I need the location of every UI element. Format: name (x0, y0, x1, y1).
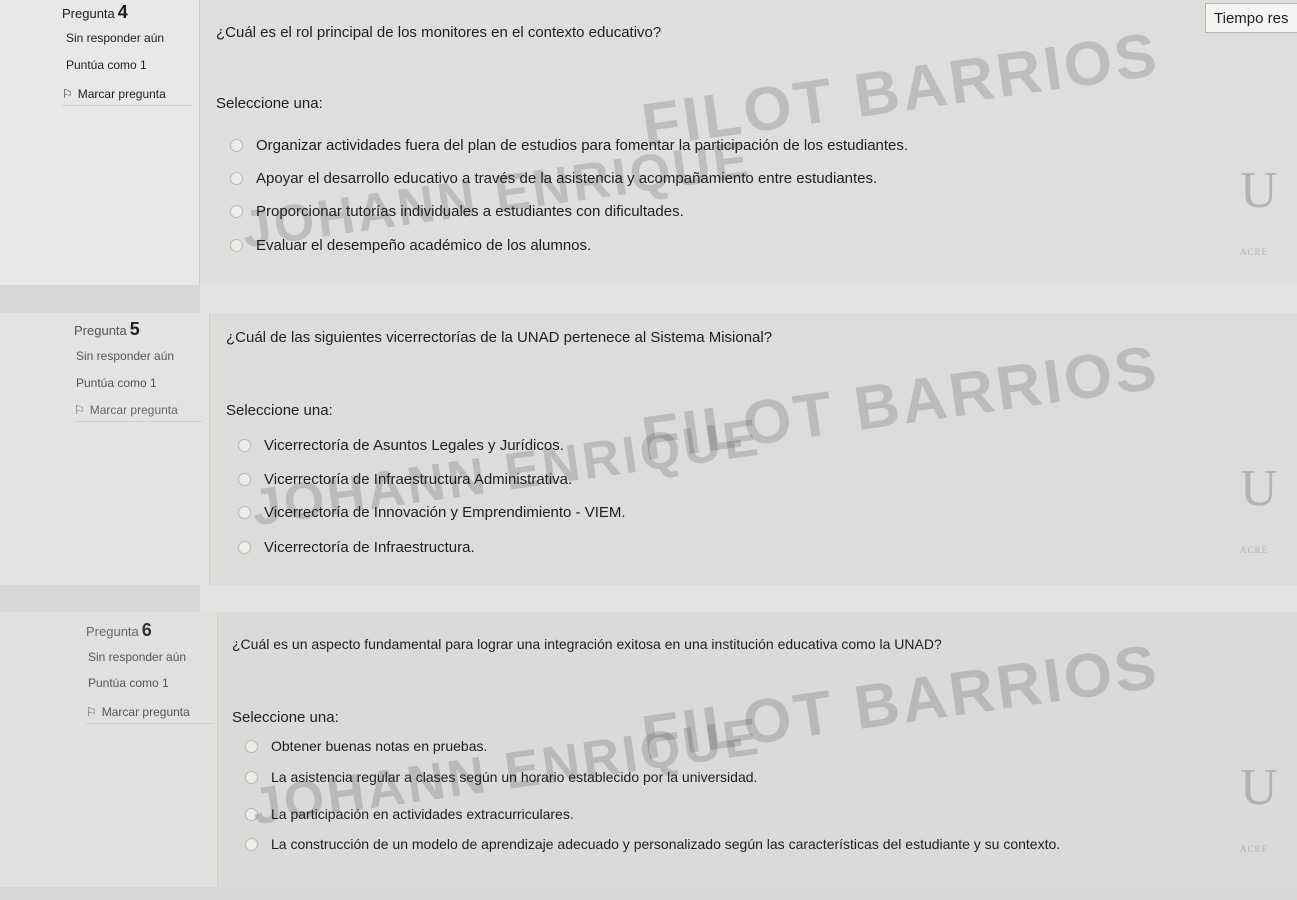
flag-icon: ⚐ (62, 87, 73, 101)
flag-icon: ⚐ (86, 705, 97, 719)
question-text: ¿Cuál de las siguientes vicerrectorías d… (226, 329, 773, 346)
select-one-label: Seleccione una: (216, 95, 323, 112)
question-prefix: Pregunta (62, 6, 115, 21)
radio-button[interactable] (230, 139, 243, 152)
separator (200, 585, 1297, 612)
answer-option[interactable]: Vicerrectoría de Infraestructura Adminis… (238, 471, 572, 488)
question-text: ¿Cuál es el rol principal de los monitor… (216, 24, 662, 41)
option-text: Vicerrectoría de Infraestructura Adminis… (264, 471, 573, 488)
answer-option[interactable]: Organizar actividades fuera del plan de … (230, 137, 908, 154)
flag-label: Marcar pregunta (77, 87, 166, 101)
question-info: Pregunta 6 Sin responder aún Puntúa como … (0, 612, 218, 887)
answer-option[interactable]: La construcción de un modelo de aprendiz… (245, 836, 1060, 852)
question-content: ¿Cuál es un aspecto fundamental para log… (218, 612, 1297, 887)
question-content: ¿Cuál de las siguientes vicerrectorías d… (210, 313, 1297, 585)
question-score: Puntúa como 1 (76, 376, 157, 390)
question-status: Sin responder aún (66, 31, 165, 45)
question-5: Pregunta 5 Sin responder aún Puntúa como … (0, 313, 1297, 585)
question-number: 5 (129, 319, 140, 339)
question-4: Pregunta 4 Sin responder aún Puntúa como … (0, 0, 1297, 285)
answer-option[interactable]: Obtener buenas notas en pruebas. (245, 738, 487, 754)
flag-icon: ⚐ (74, 403, 85, 417)
question-number-label: Pregunta 6 (86, 620, 152, 641)
radio-button[interactable] (238, 541, 251, 554)
option-text: Vicerrectoría de Asuntos Legales y Juríd… (264, 437, 564, 454)
select-one-label: Seleccione una: (232, 709, 339, 726)
flag-question-button[interactable]: ⚐ Marcar pregunta (62, 87, 192, 106)
option-text: La asistencia regular a clases según un … (271, 769, 758, 785)
question-prefix: Pregunta (74, 323, 127, 338)
option-text: Vicerrectoría de Innovación y Emprendimi… (264, 504, 626, 521)
question-number: 4 (117, 2, 128, 22)
radio-button[interactable] (245, 739, 258, 753)
question-content: ¿Cuál es el rol principal de los monitor… (200, 0, 1297, 285)
option-text: Obtener buenas notas en pruebas. (271, 738, 488, 754)
question-score: Puntúa como 1 (66, 58, 147, 72)
radio-button[interactable] (238, 506, 251, 519)
answer-option[interactable]: Apoyar el desarrollo educativo a través … (230, 170, 877, 187)
flag-label: Marcar pregunta (89, 403, 178, 417)
question-status: Sin responder aún (88, 650, 187, 664)
answer-option[interactable]: La participación en actividades extracur… (245, 806, 574, 822)
question-prefix: Pregunta (86, 624, 139, 639)
option-text: Vicerrectoría de Infraestructura. (264, 539, 475, 556)
select-one-label: Seleccione una: (226, 402, 333, 419)
question-number-label: Pregunta 5 (74, 319, 140, 340)
question-score: Puntúa como 1 (88, 676, 169, 690)
question-number: 6 (141, 620, 152, 640)
radio-button[interactable] (230, 205, 243, 218)
radio-button[interactable] (230, 172, 243, 185)
answer-option[interactable]: La asistencia regular a clases según un … (245, 769, 757, 785)
option-text: Organizar actividades fuera del plan de … (256, 137, 909, 154)
separator (200, 285, 1297, 313)
answer-option[interactable]: Proporcionar tutorías individuales a est… (230, 203, 684, 220)
answer-option[interactable]: Evaluar el desempeño académico de los al… (230, 237, 591, 254)
question-info: Pregunta 5 Sin responder aún Puntúa como … (0, 313, 210, 585)
option-text: La participación en actividades extracur… (271, 806, 574, 822)
radio-button[interactable] (238, 439, 251, 452)
flag-question-button[interactable]: ⚐ Marcar pregunta (74, 403, 202, 422)
radio-button[interactable] (230, 239, 243, 252)
question-text: ¿Cuál es un aspecto fundamental para log… (232, 636, 942, 652)
option-text: La construcción de un modelo de aprendiz… (271, 836, 1061, 852)
option-text: Apoyar el desarrollo educativo a través … (256, 170, 878, 187)
question-6: Pregunta 6 Sin responder aún Puntúa como … (0, 612, 1297, 887)
option-text: Evaluar el desempeño académico de los al… (256, 237, 592, 254)
flag-label: Marcar pregunta (101, 705, 190, 719)
question-info: Pregunta 4 Sin responder aún Puntúa como … (0, 0, 200, 285)
question-number-label: Pregunta 4 (62, 2, 128, 23)
answer-option[interactable]: Vicerrectoría de Infraestructura. (238, 539, 475, 556)
radio-button[interactable] (245, 837, 258, 851)
answer-option[interactable]: Vicerrectoría de Asuntos Legales y Juríd… (238, 437, 564, 454)
flag-question-button[interactable]: ⚐ Marcar pregunta (86, 705, 214, 724)
timer-box: Tiempo res (1205, 3, 1297, 33)
radio-button[interactable] (245, 770, 258, 784)
radio-button[interactable] (238, 473, 251, 486)
question-status: Sin responder aún (76, 349, 175, 363)
radio-button[interactable] (245, 807, 258, 821)
option-text: Proporcionar tutorías individuales a est… (256, 203, 684, 220)
answer-option[interactable]: Vicerrectoría de Innovación y Emprendimi… (238, 504, 626, 521)
